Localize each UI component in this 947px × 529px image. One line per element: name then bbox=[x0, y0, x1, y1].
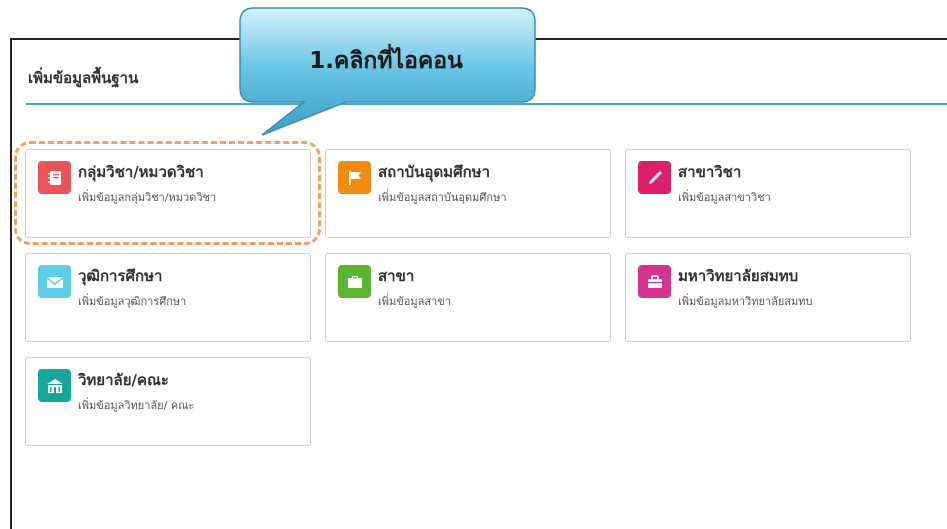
card-title: วุฒิการศึกษา bbox=[78, 267, 163, 285]
card-subtitle: เพิ่มข้อมูลมหาวิทยาลัยสมทบ bbox=[678, 295, 813, 308]
card-affiliated-university[interactable]: มหาวิทยาลัยสมทบ เพิ่มข้อมูลมหาวิทยาลัยสม… bbox=[625, 253, 911, 342]
card-subtitle: เพิ่มข้อมูลสถาบันอุดมศึกษา bbox=[378, 191, 507, 204]
briefcase-icon bbox=[638, 265, 671, 298]
card-subtitle: เพิ่มข้อมูลสาขาวิชา bbox=[678, 191, 771, 204]
card-college-faculty[interactable]: วิทยาลัย/คณะ เพิ่มข้อมูลวิทยาลัย/ คณะ bbox=[25, 357, 311, 446]
card-subtitle: เพิ่มข้อมูลกลุ่มวิชา/หมวดวิชา bbox=[78, 191, 217, 204]
card-subtitle: เพิ่มข้อมูลวุฒิการศึกษา bbox=[78, 295, 187, 308]
building-icon bbox=[38, 369, 71, 402]
panel-title: เพิ่มข้อมูลพื้นฐาน bbox=[28, 69, 139, 87]
envelope-icon bbox=[38, 265, 71, 298]
pen-icon bbox=[638, 161, 671, 194]
callout-text: 1.คลิกที่ไอคอน bbox=[309, 48, 463, 74]
card-subject-group[interactable]: กลุ่มวิชา/หมวดวิชา เพิ่มข้อมูลกลุ่มวิชา/… bbox=[25, 149, 311, 238]
card-title: มหาวิทยาลัยสมทบ bbox=[678, 267, 799, 285]
card-title: วิทยาลัย/คณะ bbox=[78, 371, 169, 389]
card-subtitle: เพิ่มข้อมูลวิทยาลัย/ คณะ bbox=[78, 399, 195, 412]
instruction-callout: 1.คลิกที่ไอคอน bbox=[236, 5, 541, 145]
card-qualification[interactable]: วุฒิการศึกษา เพิ่มข้อมูลวุฒิการศึกษา bbox=[25, 253, 311, 342]
card-subtitle: เพิ่มข้อมูลสาขา bbox=[378, 295, 451, 308]
notebook-icon bbox=[38, 161, 71, 194]
folder-icon bbox=[338, 265, 371, 298]
card-title: กลุ่มวิชา/หมวดวิชา bbox=[78, 163, 204, 181]
card-title: สาขาวิชา bbox=[678, 163, 742, 181]
card-major[interactable]: สาขาวิชา เพิ่มข้อมูลสาขาวิชา bbox=[625, 149, 911, 238]
card-branch[interactable]: สาขา เพิ่มข้อมูลสาขา bbox=[325, 253, 611, 342]
flag-icon bbox=[338, 161, 371, 194]
card-title: สถาบันอุดมศึกษา bbox=[378, 163, 490, 181]
card-institution[interactable]: สถาบันอุดมศึกษา เพิ่มข้อมูลสถาบันอุดมศึก… bbox=[325, 149, 611, 238]
card-title: สาขา bbox=[378, 267, 415, 285]
